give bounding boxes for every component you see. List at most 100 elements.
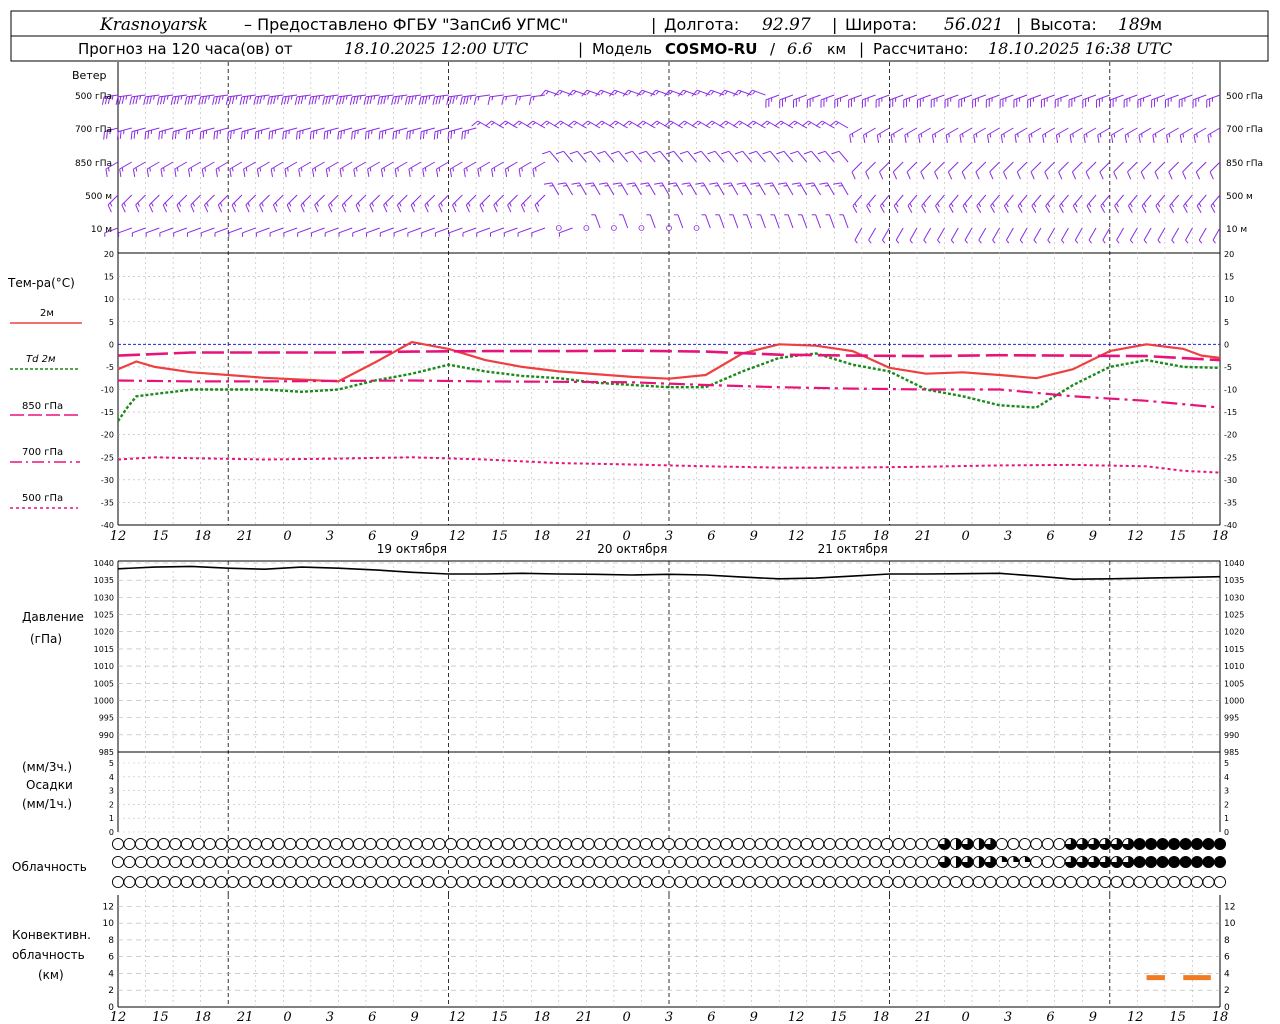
barb-feather	[146, 96, 149, 105]
wind-barb	[722, 182, 739, 196]
barb-half-feather	[442, 95, 445, 100]
barb-feather	[298, 130, 301, 139]
barb-half-feather	[642, 122, 647, 126]
cloud-symbol	[353, 855, 366, 869]
barb-half-feather	[752, 90, 756, 95]
barb-half-feather	[655, 90, 660, 95]
hour-label-mid: 15	[1169, 529, 1186, 544]
barb-feather	[230, 130, 232, 139]
wind-barb	[131, 227, 146, 237]
barb-shaft	[881, 227, 890, 241]
cloud-symbol	[812, 855, 825, 869]
barb-half-feather	[835, 122, 839, 126]
barb-feather	[987, 134, 990, 143]
barb-feather	[677, 120, 685, 127]
wind-barb	[1005, 227, 1014, 244]
cloud-symbol	[731, 837, 744, 851]
cloud-symbol	[1213, 875, 1227, 889]
barb-feather	[410, 95, 414, 105]
legend-2m-label: 2м	[40, 308, 54, 319]
barb-shaft	[448, 94, 463, 98]
pressure-ytick-left: 1015	[94, 645, 114, 654]
barb-half-feather	[1116, 203, 1119, 208]
barb-feather	[176, 204, 181, 213]
barb-feather	[158, 131, 161, 140]
barb-half-feather	[604, 185, 609, 187]
barb-shaft	[801, 214, 808, 229]
wind-barb	[1207, 127, 1221, 143]
barb-half-feather	[742, 185, 747, 187]
barb-feather	[501, 96, 505, 105]
pressure-ytick-left: 1035	[94, 576, 114, 585]
barb-shaft	[159, 227, 174, 234]
barb-half-feather	[683, 122, 688, 126]
cloud-symbol	[559, 875, 572, 889]
cloud-symbol	[536, 837, 549, 851]
cloud-symbol	[881, 837, 894, 851]
barb-feather	[259, 95, 263, 105]
barb-half-feather	[504, 122, 509, 126]
barb-half-feather	[357, 202, 361, 207]
barb-feather	[1099, 171, 1104, 180]
cloud-symbol	[1053, 837, 1066, 851]
wind-barb	[904, 127, 918, 143]
barb-shaft	[892, 161, 904, 173]
barb-half-feather	[426, 202, 430, 207]
wind-barb	[906, 161, 918, 180]
cloud-symbol	[307, 837, 320, 851]
cloud-symbol	[444, 837, 457, 851]
wind-barb	[793, 94, 807, 108]
wind-barb	[1109, 94, 1124, 108]
barb-shaft	[880, 194, 890, 207]
cloud-symbol	[1030, 855, 1043, 869]
cloud-symbol	[720, 837, 733, 851]
wind-barb	[212, 94, 229, 105]
wind-barb	[328, 194, 339, 213]
wind-barb	[1127, 194, 1138, 213]
barb-half-feather	[793, 122, 798, 126]
barb-shaft	[962, 194, 973, 207]
temp-ytick-right: -35	[1224, 498, 1237, 507]
wind-barb	[215, 161, 229, 177]
barb-half-feather	[328, 167, 330, 172]
barb-feather	[520, 204, 526, 213]
barb-feather	[215, 96, 218, 105]
barb-half-feather	[893, 133, 895, 138]
barb-feather	[121, 204, 126, 213]
barb-shaft	[242, 227, 256, 234]
cloud-symbol	[754, 855, 767, 869]
barb-shaft	[1129, 227, 1138, 241]
wind-barb	[479, 194, 491, 213]
cloud-symbol	[720, 875, 733, 889]
cloud-symbol	[410, 837, 423, 851]
hour-label-mid: 18	[534, 529, 551, 544]
barb-shaft	[834, 94, 849, 101]
precip-ytick-left: 3	[109, 787, 114, 796]
cloud-symbol	[226, 875, 239, 889]
wind-barb	[493, 194, 505, 213]
barb-half-feather	[683, 90, 687, 95]
lat-label: Широта:	[845, 15, 917, 34]
cloud-symbol	[421, 855, 434, 869]
barb-feather	[105, 168, 108, 177]
barb-feather	[438, 204, 443, 213]
cloud-symbol	[685, 837, 699, 851]
wind-barb	[798, 214, 808, 229]
wind-barb	[1058, 161, 1069, 180]
barb-shaft	[146, 227, 160, 234]
temp-ytick-left: 5	[109, 318, 114, 327]
barb-feather	[515, 96, 518, 105]
barb-feather	[323, 131, 326, 140]
wind-barb	[228, 227, 243, 237]
wind-barb	[1099, 161, 1111, 180]
wind-level-label-right: 500 гПа	[1226, 92, 1263, 102]
barb-feather	[973, 134, 976, 143]
wind-barb	[364, 127, 380, 140]
barb-shaft	[1031, 194, 1042, 207]
wind-barb	[406, 127, 422, 140]
barb-half-feather	[752, 122, 757, 126]
barb-half-feather	[121, 167, 124, 172]
barb-feather	[369, 95, 373, 105]
barb-half-feather	[1157, 203, 1161, 208]
barb-shaft	[560, 120, 573, 129]
